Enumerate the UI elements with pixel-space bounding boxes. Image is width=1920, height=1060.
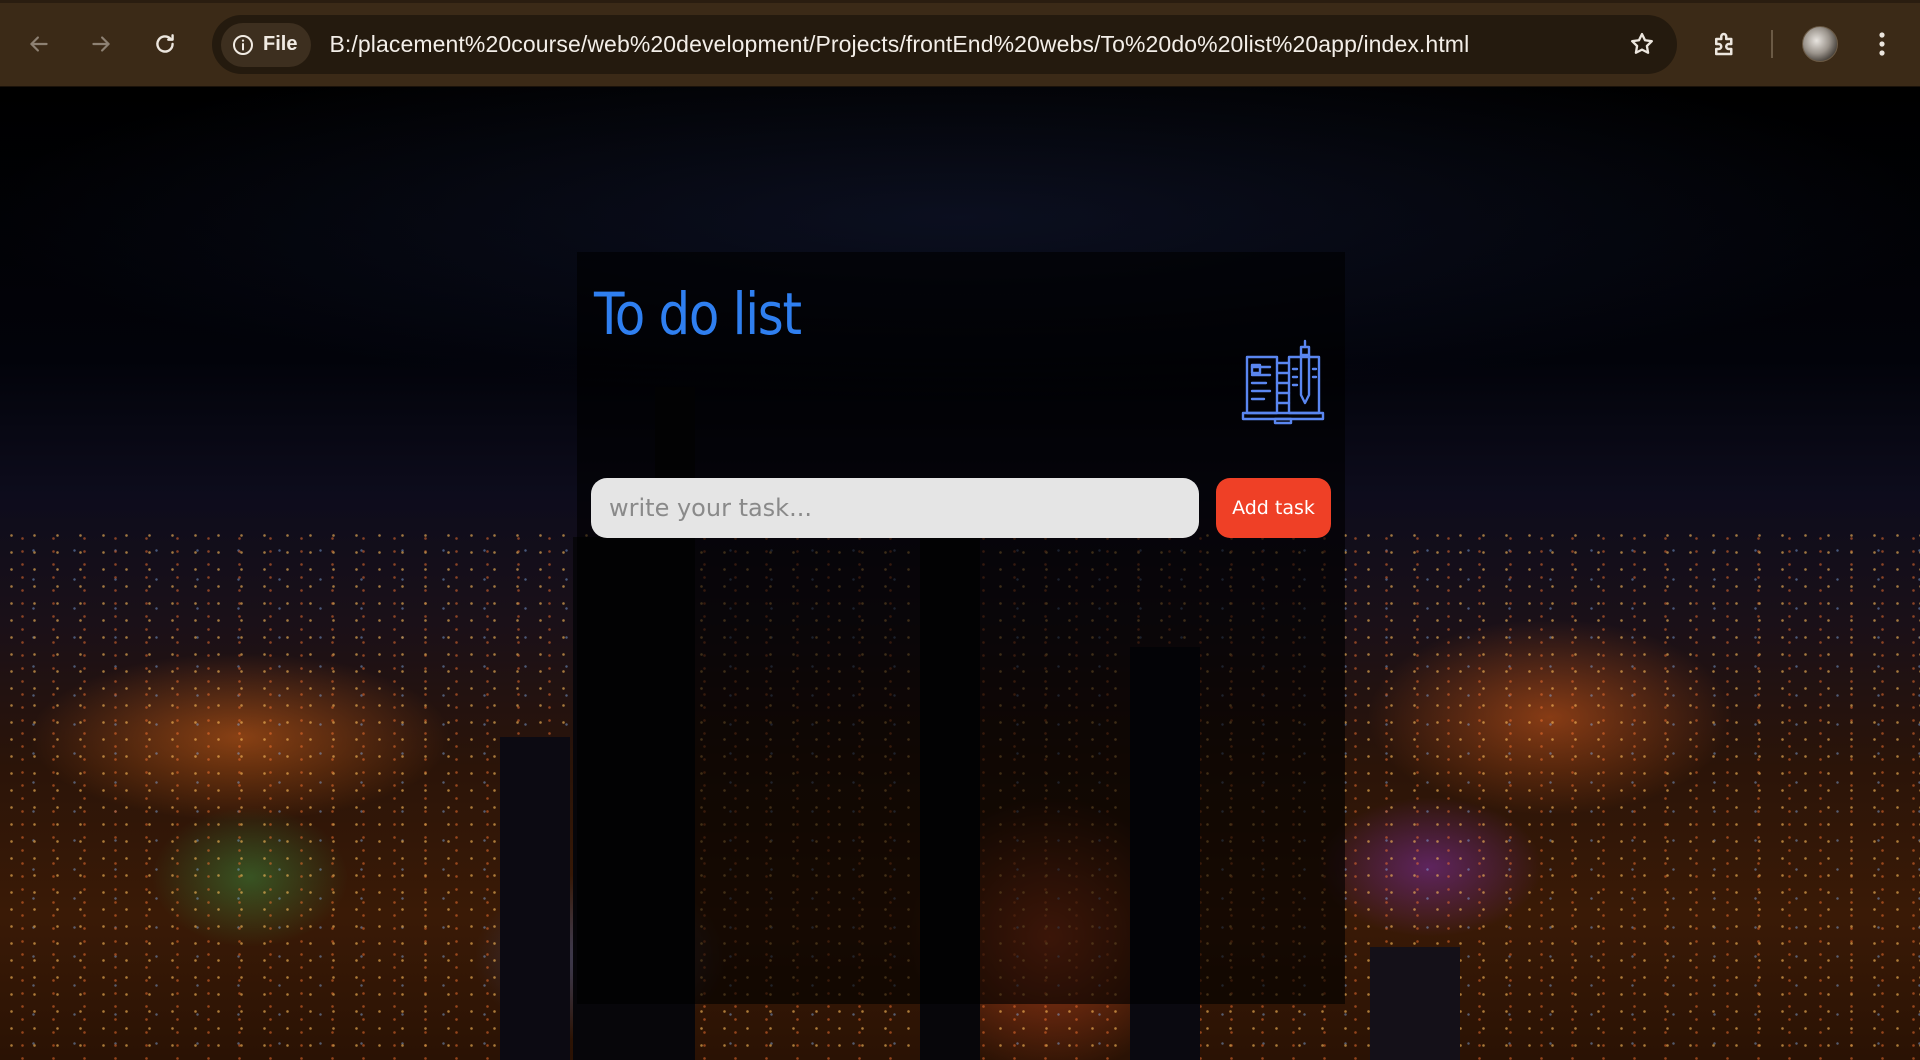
skyscraper — [1370, 947, 1460, 1060]
toolbar-divider — [1771, 30, 1773, 58]
add-task-button[interactable]: Add task — [1216, 478, 1331, 538]
more-menu-button[interactable] — [1864, 22, 1900, 66]
extensions-button[interactable] — [1703, 22, 1747, 66]
profile-avatar[interactable] — [1802, 26, 1838, 62]
site-chip-label: File — [263, 33, 298, 55]
reload-button[interactable] — [143, 22, 187, 66]
forward-arrow-icon — [92, 36, 110, 52]
bookmark-button[interactable] — [1621, 23, 1663, 65]
task-input[interactable] — [591, 478, 1199, 538]
address-bar[interactable]: File B:/placement%20course/web%20develop… — [212, 15, 1677, 74]
url-text[interactable]: B:/placement%20course/web%20development/… — [329, 31, 1469, 58]
forward-button[interactable] — [79, 22, 123, 66]
extensions-icon — [1715, 32, 1733, 56]
info-icon — [233, 34, 253, 55]
todo-container: To do list write your task... Add task — [577, 252, 1345, 1004]
more-menu-icon — [1879, 32, 1885, 56]
page-background: To do list write your task... Add task — [0, 87, 1920, 1060]
todo-title: To do list — [594, 280, 802, 348]
back-button[interactable] — [17, 22, 61, 66]
reload-icon — [156, 34, 174, 53]
skyscraper — [500, 737, 570, 1060]
browser-toolbar: File B:/placement%20course/web%20develop… — [0, 0, 1920, 87]
site-info-chip[interactable]: File — [221, 22, 312, 67]
tab-strip-edge — [0, 0, 1920, 3]
star-icon — [1631, 32, 1653, 54]
notebook-pen-icon — [1239, 339, 1327, 427]
back-arrow-icon — [30, 36, 48, 52]
